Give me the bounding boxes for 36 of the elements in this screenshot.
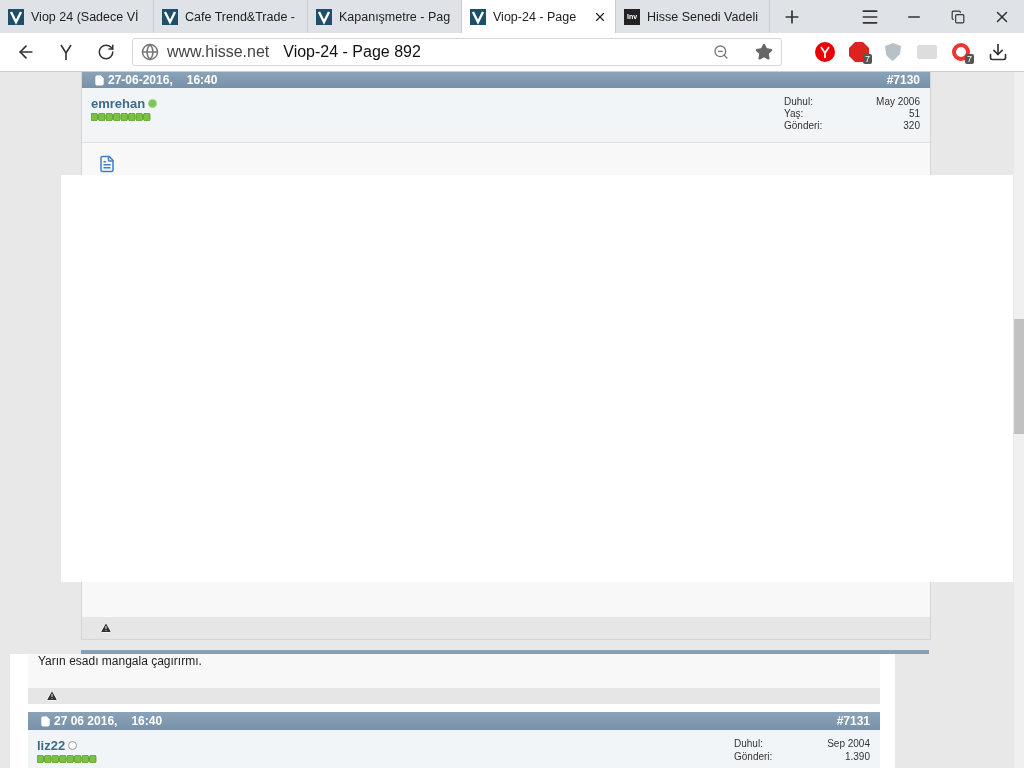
address-bar[interactable]: www.hisse.net Viop-24 - Page 892 xyxy=(132,38,782,66)
attachment-icon[interactable] xyxy=(98,155,116,173)
site-logo-icon xyxy=(162,8,178,25)
bookmark-star-icon[interactable] xyxy=(755,43,773,61)
site-logo-icon xyxy=(316,8,332,25)
document-icon xyxy=(40,715,51,727)
stat-label: Duhul: xyxy=(784,96,814,108)
stat-value: Sep 2004 xyxy=(826,738,870,751)
stat-value: 1.390 xyxy=(843,750,870,763)
reputation-icon xyxy=(91,113,151,121)
username-link[interactable]: emrehan xyxy=(91,96,158,111)
extension-badge: 7 xyxy=(863,54,872,64)
report-icon[interactable] xyxy=(100,622,112,634)
stat-label: Gönderi: xyxy=(784,120,824,132)
browser-tab[interactable]: Viop-24 - Page xyxy=(462,0,616,33)
extension-badge: 7 xyxy=(965,54,974,64)
adblock-extension-icon[interactable] xyxy=(849,42,869,62)
stat-label: Gönderi: xyxy=(734,750,774,763)
post-date: 27 06 2016, 16:40 xyxy=(54,714,163,728)
ring-extension-icon[interactable] xyxy=(951,42,971,62)
site-logo-icon xyxy=(8,8,24,25)
stat-value: May 2006 xyxy=(875,96,920,108)
post-message: Yarın esadı mangala çagırırmı. xyxy=(38,654,202,668)
username-link[interactable]: liz22 xyxy=(37,738,97,753)
report-icon[interactable] xyxy=(46,690,58,703)
stat-label: Yaş: xyxy=(784,108,805,120)
stat-value: 51 xyxy=(907,108,920,120)
site-info-icon[interactable] xyxy=(141,43,159,61)
post-date: 27-06-2016, 16:40 xyxy=(108,73,218,87)
site-logo-icon xyxy=(470,8,486,25)
document-icon xyxy=(94,74,105,86)
reputation-icon xyxy=(37,755,97,763)
zoom-icon[interactable] xyxy=(713,44,729,60)
scrollbar[interactable] xyxy=(1014,72,1024,768)
stat-label: Duhul: xyxy=(734,738,764,751)
stat-value: 320 xyxy=(902,120,920,132)
